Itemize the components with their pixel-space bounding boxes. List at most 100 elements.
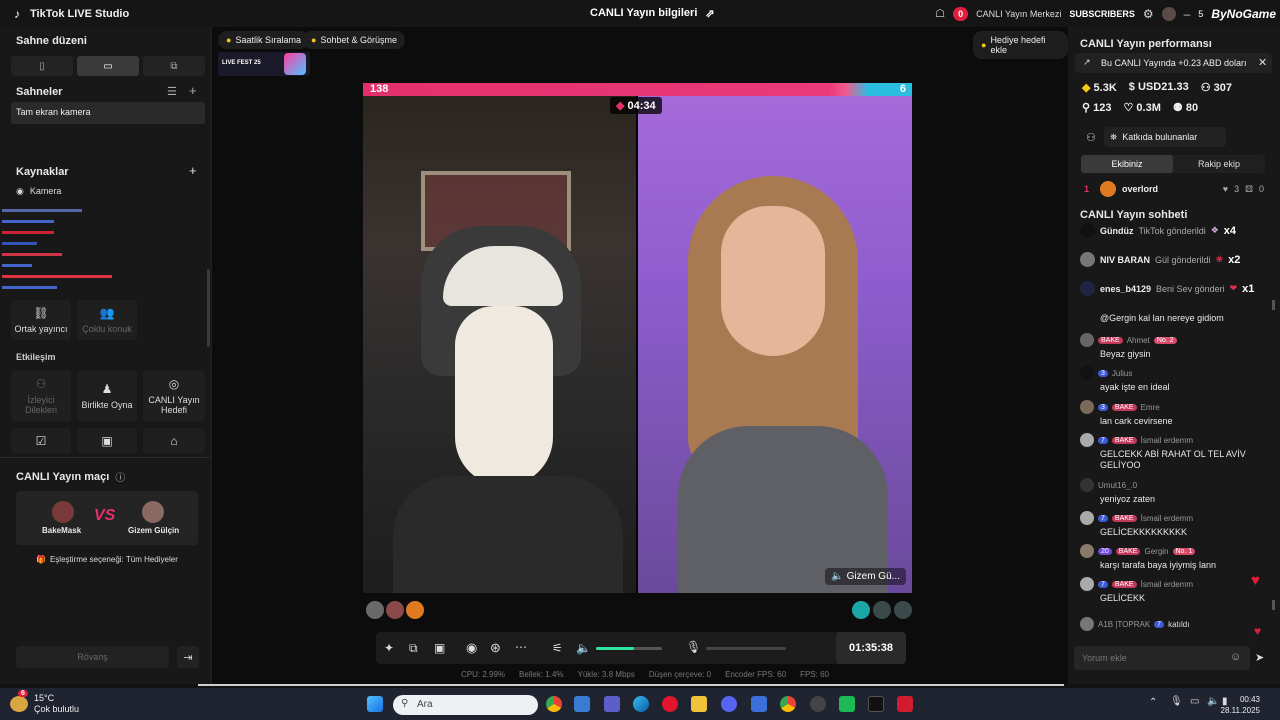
left-scrollbar[interactable] xyxy=(207,269,210,347)
tool-tile-3[interactable]: ⌂ xyxy=(143,428,205,454)
volume-slider[interactable] xyxy=(596,647,662,650)
chat-meeting-chip[interactable]: ● Sohbet & Görüşme xyxy=(303,31,405,49)
rematch-button[interactable]: Rövanş xyxy=(16,646,169,668)
taskbar-search[interactable]: ⚲ Ara xyxy=(393,695,538,715)
subscribers-label: SUBSCRIBERS xyxy=(1069,8,1135,19)
exit-match-icon[interactable]: ⇥ xyxy=(177,646,199,668)
windows-start-icon[interactable] xyxy=(367,696,383,712)
chat-scrollbar[interactable] xyxy=(1272,300,1275,310)
help-icon[interactable]: ⓘ xyxy=(115,469,125,484)
store-icon[interactable] xyxy=(574,696,590,712)
opponent-name: Gizem Gü... xyxy=(846,571,900,582)
supporter-avatar[interactable] xyxy=(406,601,424,619)
volume-icon[interactable]: 🔈 xyxy=(576,641,591,655)
score-left: 138 xyxy=(370,83,389,95)
obs-icon[interactable] xyxy=(810,696,826,712)
perf-title: CANLI Yayın performansı xyxy=(1080,38,1212,50)
layout-icon[interactable]: ▣ xyxy=(434,641,445,655)
mic-tray-icon[interactable]: 🎙 xyxy=(1170,696,1183,707)
window-count: 5 xyxy=(1198,8,1204,19)
viewer-wishes-label: İzleyici Dilekleri xyxy=(24,395,57,415)
magic-wand-icon[interactable]: ✦ xyxy=(384,641,394,655)
teams-icon[interactable] xyxy=(604,696,620,712)
edge-icon[interactable] xyxy=(633,696,649,712)
chrome-profile-icon[interactable] xyxy=(780,696,796,712)
play-together-label: Birlikte Oyna xyxy=(81,400,133,410)
top-contributor-row[interactable]: 1 overlord ♥ 3 ⚄ 0 xyxy=(1084,181,1264,197)
notification-icon[interactable]: ☖ xyxy=(935,7,945,20)
viewer-wishes-button[interactable]: ⚇ İzleyici Dilekleri xyxy=(11,370,71,422)
send-icon[interactable]: ➤ xyxy=(1255,651,1264,664)
portrait-layout-button[interactable]: ▯ xyxy=(11,56,73,76)
landscape-layout-button[interactable]: ▭ xyxy=(77,56,139,76)
add-scene-icon[interactable]: + xyxy=(189,83,197,98)
chat-scrollbar-bottom[interactable] xyxy=(1272,600,1275,610)
multi-guest-button[interactable]: 👥 Çoklu konuk xyxy=(77,300,137,340)
live-center-link[interactable]: CANLI Yayın Merkezi xyxy=(976,9,1061,19)
tool-tile-2[interactable]: ▣ xyxy=(77,428,137,454)
add-user-icon[interactable]: ⚇ xyxy=(1086,131,1096,144)
stat-viewers: 307 xyxy=(1213,82,1233,94)
record-icon[interactable]: ◉ xyxy=(466,640,477,656)
network-icon[interactable]: ▭ xyxy=(1190,696,1199,707)
chevron-up-icon[interactable]: ⌃ xyxy=(1149,697,1157,708)
supporter-avatar[interactable] xyxy=(366,601,384,619)
list-icon[interactable]: ☰ xyxy=(167,85,177,98)
discord-icon[interactable] xyxy=(721,696,737,712)
multi-layout-button[interactable]: ⧉ xyxy=(143,56,205,76)
join-message: A1B |TOPRAK 7 katıldı xyxy=(1080,617,1189,631)
dropped-frames-stat: Düşen çerçeve: 0 xyxy=(648,670,712,679)
chat-text: GELİCEKK xyxy=(1100,593,1146,603)
play-together-button[interactable]: ♟ Birlikte Oyna xyxy=(77,370,137,422)
spotify-icon[interactable] xyxy=(839,696,855,712)
user-avatar xyxy=(1080,433,1094,447)
live-goal-button[interactable]: ◎ CANLI Yayın Hedefi xyxy=(143,370,205,422)
match-title: CANLI Yayın maçı xyxy=(16,470,110,483)
heart-outline-icon: ♡ xyxy=(1123,102,1134,114)
chrome-icon[interactable] xyxy=(546,696,562,712)
scene-layout-title: Sahne düzeni xyxy=(16,35,87,47)
minimize-button[interactable]: – xyxy=(1184,7,1191,21)
scene-item[interactable]: Tam ekran kamera xyxy=(11,102,205,124)
tab-our-team[interactable]: Ekibiniz xyxy=(1081,155,1173,173)
score-right: 6 xyxy=(899,83,906,95)
effects-icon[interactable]: ⧉ xyxy=(409,641,418,656)
file-explorer-icon[interactable] xyxy=(691,696,707,712)
comment-input[interactable] xyxy=(1074,646,1250,670)
gift-row: Gündüz TikTok gönderildi ❖ x4 xyxy=(1080,223,1236,238)
hourly-ranking-chip[interactable]: ● Saatlik Sıralama xyxy=(218,31,309,49)
gift-goal-chip[interactable]: ● Hediye hedefi ekle xyxy=(973,31,1068,59)
opera-icon[interactable] xyxy=(662,696,678,712)
speaker-tray-icon[interactable]: 🔈 xyxy=(1207,696,1219,707)
chat-user: Julius xyxy=(1111,368,1133,378)
tab-rival-team[interactable]: Rakip ekip xyxy=(1173,155,1265,173)
source-item[interactable]: ◉ Kamera xyxy=(16,186,61,197)
close-icon[interactable]: ✕ xyxy=(1258,56,1267,69)
media-player-icon[interactable] xyxy=(897,696,913,712)
user-avatar xyxy=(1080,617,1094,631)
live-info-button[interactable]: CANLI Yayın bilgileri ⇗ xyxy=(590,7,715,20)
profile-avatar[interactable] xyxy=(1161,6,1176,21)
emoji-icon[interactable]: ☺ xyxy=(1230,651,1241,663)
co-host-button[interactable]: ⛓ Ortak yayıncı xyxy=(11,300,71,340)
add-source-icon[interactable]: + xyxy=(189,163,197,178)
weather-widget[interactable]: 6 15°C Çok bulutlu xyxy=(10,690,79,715)
user-avatar xyxy=(1080,544,1094,558)
user-avatar xyxy=(1080,577,1094,591)
camera-settings-icon[interactable]: ⊛ xyxy=(490,640,501,656)
mail-icon[interactable] xyxy=(751,696,767,712)
mixer-icon[interactable]: ⚟ xyxy=(552,641,563,655)
mic-slider[interactable] xyxy=(706,647,786,650)
more-icon[interactable]: ⋯ xyxy=(515,640,527,654)
contributors-button[interactable]: ⛯ Katkıda bulunanlar xyxy=(1104,127,1226,147)
hoodie xyxy=(393,476,623,593)
tool-tile-1[interactable]: ☑ xyxy=(11,428,71,454)
supporter-avatar[interactable] xyxy=(386,601,404,619)
tiktok-live-studio-icon[interactable] xyxy=(868,696,884,712)
supporter-avatar[interactable] xyxy=(852,601,870,619)
settings-icon[interactable]: ⚙ xyxy=(1143,7,1154,21)
microphone-icon[interactable]: 🎙 xyxy=(686,640,701,654)
system-clock[interactable]: 00:43 28.11.2025 xyxy=(1221,694,1260,716)
join-user: A1B |TOPRAK xyxy=(1098,619,1151,629)
rank-badge: No. 1 xyxy=(1172,547,1196,555)
